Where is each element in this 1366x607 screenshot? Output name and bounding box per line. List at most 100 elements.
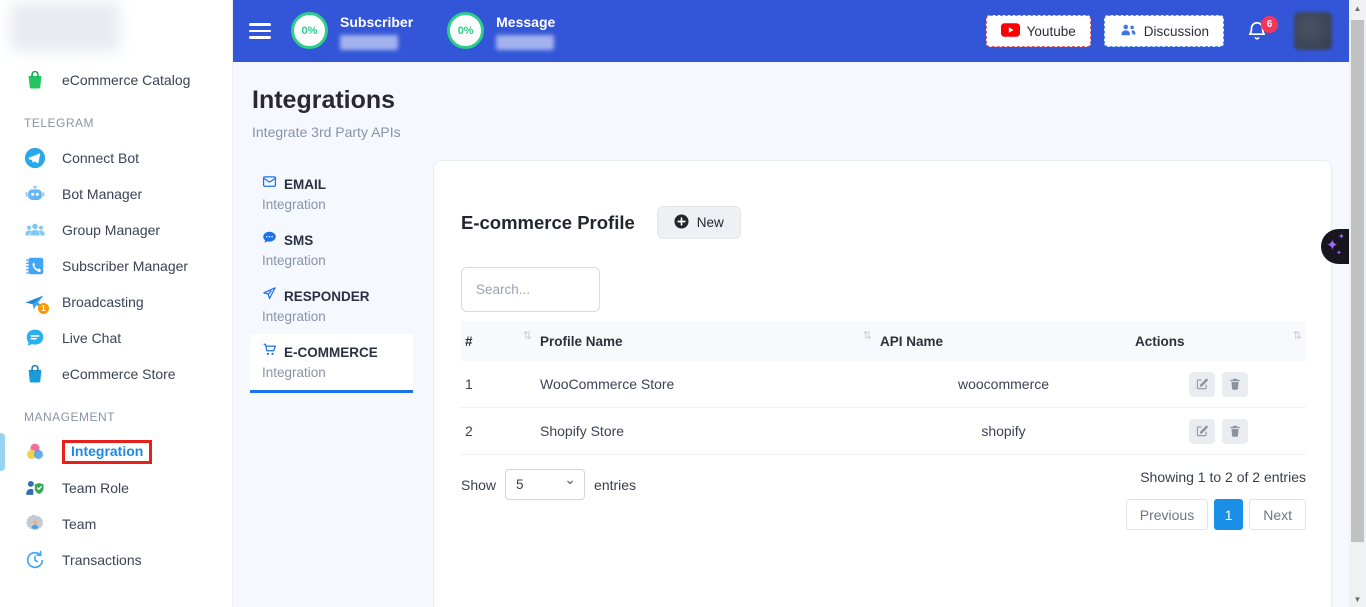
delete-button[interactable] (1222, 419, 1248, 444)
column-header-api-name[interactable]: API Name (876, 321, 1131, 361)
subnav-item-subtitle: Integration (262, 197, 403, 212)
scroll-down-arrow[interactable]: ▼ (1349, 591, 1366, 607)
sidebar-item-ecommerce-catalog[interactable]: eCommerce Catalog (0, 62, 232, 98)
subnav-sms-integration[interactable]: SMS Integration (250, 222, 413, 278)
subnav-item-title: EMAIL (284, 177, 326, 192)
broadcasting-badge: 1 (38, 303, 49, 314)
broadcast-plane-icon: 1 (24, 291, 46, 313)
sidebar-item-live-chat[interactable]: Live Chat (0, 320, 232, 356)
sidebar-item-label: Team Role (62, 480, 129, 496)
show-label: Show (461, 477, 496, 493)
contact-book-icon (24, 255, 46, 277)
new-profile-button[interactable]: New (657, 206, 741, 239)
subnav-item-subtitle: Integration (262, 309, 403, 324)
sidebar-item-label: Integration (71, 443, 143, 459)
column-header-num[interactable]: # ⇅ (461, 321, 536, 361)
shopping-bag-green-icon (24, 69, 46, 91)
subnav-item-subtitle: Integration (262, 253, 403, 268)
entries-per-page-select[interactable]: 5 (505, 469, 585, 500)
annotation-highlight-box: Integration (62, 440, 152, 464)
message-progress-ring: 0% (447, 12, 484, 49)
sidebar-section-management: MANAGEMENT (0, 408, 232, 426)
sidebar-item-subscriber-manager[interactable]: Subscriber Manager (0, 248, 232, 284)
sidebar-section-telegram: TELEGRAM (0, 114, 232, 132)
sidebar-item-broadcasting[interactable]: 1 Broadcasting (0, 284, 232, 320)
sidebar-item-label: Team (62, 516, 96, 532)
table-row: 2 Shopify Store shopify (461, 408, 1306, 455)
subnav-ecommerce-integration[interactable]: E-COMMERCE Integration (250, 334, 413, 393)
table-row: 1 WooCommerce Store woocommerce (461, 361, 1306, 408)
page-subtitle: Integrate 3rd Party APIs (252, 124, 401, 140)
youtube-icon (1001, 23, 1020, 40)
next-page-button[interactable]: Next (1249, 499, 1306, 530)
subnav-responder-integration[interactable]: RESPONDER Integration (250, 278, 413, 334)
notifications-button[interactable]: 6 (1246, 20, 1268, 42)
sparkle-icon: ✦ (1336, 249, 1342, 257)
hamburger-menu-icon[interactable] (249, 23, 271, 39)
sidebar-item-bot-manager[interactable]: Bot Manager (0, 176, 232, 212)
scroll-up-arrow[interactable]: ▲ (1349, 0, 1366, 16)
subnav-item-title: SMS (284, 233, 313, 248)
sidebar-item-label: Bot Manager (62, 186, 142, 202)
robot-icon (24, 183, 46, 205)
sidebar-item-transactions[interactable]: Transactions (0, 542, 232, 578)
sidebar-item-label: Connect Bot (62, 150, 139, 166)
current-page-button[interactable]: 1 (1214, 499, 1243, 530)
telegram-icon (24, 147, 46, 169)
chat-bubble-icon (24, 327, 46, 349)
sidebar-item-connect-bot[interactable]: Connect Bot (0, 140, 232, 176)
sidebar-item-integration[interactable]: Integration (0, 434, 232, 470)
subscriber-stat-label: Subscriber (340, 14, 413, 30)
previous-page-button[interactable]: Previous (1126, 499, 1208, 530)
user-avatar-blurred[interactable] (1294, 12, 1332, 50)
message-stat: 0% Message (447, 12, 555, 50)
search-input[interactable] (461, 267, 600, 312)
subscriber-progress-ring: 0% (291, 12, 328, 49)
table-header-row: # ⇅ Profile Name ⇅ API Name Actions ⇅ (461, 321, 1306, 361)
sidebar-item-label: Broadcasting (62, 294, 144, 310)
sidebar-item-ecommerce-store[interactable]: eCommerce Store (0, 356, 232, 392)
sms-bubble-icon (262, 230, 277, 250)
delete-button[interactable] (1222, 372, 1248, 397)
app-logo-blurred (10, 2, 120, 52)
row-number: 2 (461, 408, 536, 455)
sidebar-item-label: Subscriber Manager (62, 258, 188, 274)
sidebar-item-group-manager[interactable]: Group Manager (0, 212, 232, 248)
vertical-scrollbar: ▲ ▼ (1349, 0, 1366, 607)
sidebar-item-label: eCommerce Catalog (62, 72, 190, 88)
subscriber-count-blurred (340, 35, 398, 50)
sort-icon[interactable]: ⇅ (863, 329, 872, 342)
subnav-email-integration[interactable]: EMAIL Integration (250, 166, 413, 222)
column-header-profile-name[interactable]: Profile Name ⇅ (536, 321, 876, 361)
new-button-label: New (697, 215, 724, 230)
edit-button[interactable] (1189, 372, 1215, 397)
sort-icon[interactable]: ⇅ (523, 329, 532, 342)
main-content: Integrations Integrate 3rd Party APIs EM… (233, 62, 1349, 607)
plus-circle-icon (674, 214, 689, 232)
ai-assistant-fab[interactable]: ✦ ✦ ✦ (1321, 229, 1349, 264)
gear-person-icon (24, 513, 46, 535)
edit-button[interactable] (1189, 419, 1215, 444)
profiles-table: # ⇅ Profile Name ⇅ API Name Actions ⇅ (461, 321, 1306, 455)
discussion-button[interactable]: Discussion (1104, 15, 1224, 47)
ecommerce-profile-card: E-commerce Profile New # ⇅ (433, 160, 1332, 607)
sidebar-item-label: Transactions (62, 552, 142, 568)
active-indicator (0, 433, 5, 471)
scrollbar-thumb[interactable] (1351, 20, 1364, 542)
top-header: 0% Subscriber 0% Message Youtube (233, 0, 1349, 62)
youtube-button-label: Youtube (1027, 24, 1076, 39)
shopping-bag-blue-icon (24, 363, 46, 385)
envelope-icon (262, 174, 277, 194)
sidebar-item-label: eCommerce Store (62, 366, 176, 382)
users-group-icon (24, 219, 46, 241)
sidebar-item-team[interactable]: Team (0, 506, 232, 542)
subscriber-stat: 0% Subscriber (291, 12, 413, 50)
sidebar-item-team-role[interactable]: Team Role (0, 470, 232, 506)
column-header-actions[interactable]: Actions ⇅ (1131, 321, 1306, 361)
subnav-item-title: E-COMMERCE (284, 345, 378, 360)
sort-icon[interactable]: ⇅ (1293, 329, 1302, 342)
cart-icon (262, 342, 277, 362)
person-shield-icon (24, 477, 46, 499)
sidebar-item-label: Live Chat (62, 330, 121, 346)
youtube-button[interactable]: Youtube (986, 15, 1091, 47)
